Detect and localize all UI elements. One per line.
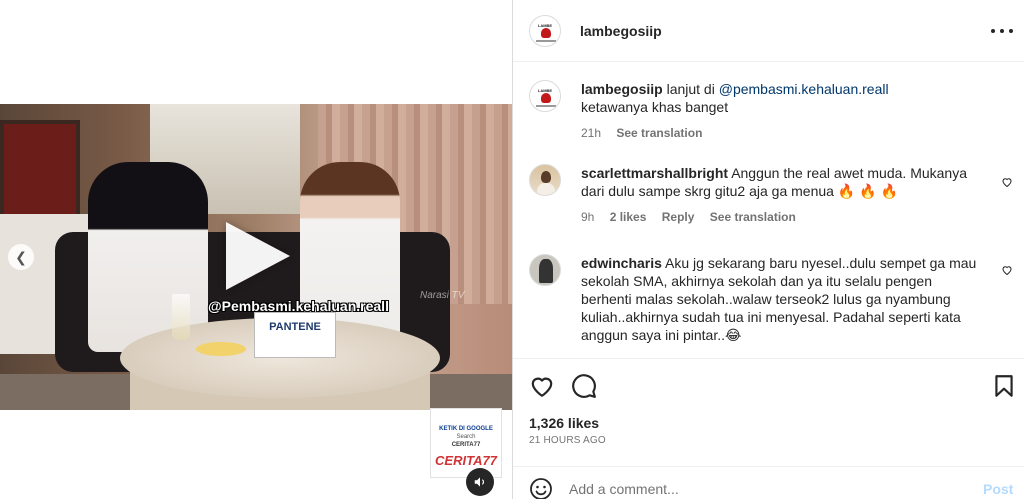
comment-likes-link[interactable]: 2 likes — [610, 210, 647, 224]
comment-body: scarlettmarshallbright Anggun the real a… — [581, 164, 981, 226]
sponsor-badge: KETIK DI GOOGLE Search CERITA77 CERITA77 — [430, 408, 502, 478]
reply-button[interactable]: Reply — [662, 210, 695, 224]
comments-list[interactable]: LAMBE lambegosiip lanjut di @pembasmi.ke… — [513, 62, 1024, 358]
avatar[interactable]: LAMBE — [529, 15, 561, 47]
avatar-photo — [541, 171, 551, 183]
like-comment-icon[interactable] — [1001, 264, 1013, 276]
comment-time: 9h — [581, 210, 595, 224]
likes-count[interactable]: 1,326 likes — [529, 415, 599, 431]
chevron-left-icon: ❮ — [15, 248, 27, 265]
comment-icon[interactable] — [571, 373, 597, 399]
sponsor-logo: CERITA77 — [435, 453, 497, 468]
comment-username[interactable]: edwincharis — [581, 255, 662, 271]
avatar-photo-body — [537, 183, 555, 195]
sponsor-line2: Search — [456, 434, 476, 440]
add-comment-bar: Post — [513, 466, 1024, 499]
caption-meta: 21h See translation — [581, 124, 981, 142]
caption-body: lambegosiip lanjut di @pembasmi.kehaluan… — [581, 80, 981, 142]
media-pane: PANTENE @Pembasmi.kehaluan.reall Narasi … — [0, 0, 512, 499]
video-scene-headboard — [0, 120, 80, 220]
avatar[interactable]: LAMBE — [529, 80, 561, 112]
caption-line2: ketawanya khas banget — [581, 99, 729, 115]
avatar-logo-mark — [541, 93, 551, 103]
speaker-icon — [474, 477, 485, 487]
video-scene-plate — [196, 342, 246, 356]
see-translation-link[interactable]: See translation — [616, 126, 702, 140]
avatar[interactable] — [529, 254, 561, 286]
see-translation-link[interactable]: See translation — [710, 210, 796, 224]
post-header: LAMBE lambegosiip — [513, 0, 1024, 62]
avatar[interactable] — [529, 164, 561, 196]
video-scene-person-left — [88, 162, 208, 352]
avatar-photo — [539, 259, 553, 283]
post-comment-button[interactable]: Post — [983, 481, 1013, 497]
comment-input[interactable] — [569, 479, 949, 499]
video-sign: PANTENE — [254, 312, 336, 358]
video-player[interactable]: PANTENE @Pembasmi.kehaluan.reall Narasi … — [0, 104, 512, 410]
comment-meta: 9h 2 likes Reply See translation — [581, 208, 981, 226]
previous-slide-button[interactable]: ❮ — [8, 244, 34, 270]
more-options-icon[interactable] — [991, 22, 1013, 40]
caption-time: 21h — [581, 126, 602, 140]
comment-body: edwincharis Aku jg sekarang baru nyesel.… — [581, 254, 981, 344]
avatar-logo-mark — [541, 28, 551, 38]
sponsor-line1: KETIK DI GOOGLE — [439, 426, 493, 432]
heart-icon[interactable] — [529, 373, 555, 399]
video-scene-glass — [172, 294, 190, 340]
video-watermark: @Pembasmi.kehaluan.reall — [208, 298, 389, 314]
audio-toggle-button[interactable] — [466, 468, 494, 496]
header-username[interactable]: lambegosiip — [580, 23, 662, 39]
like-comment-icon[interactable] — [1001, 176, 1013, 188]
comment-username[interactable]: scarlettmarshallbright — [581, 165, 728, 181]
caption-username[interactable]: lambegosiip — [581, 81, 663, 97]
caption-mention-link[interactable]: @pembasmi.kehaluan.reall — [719, 81, 889, 97]
play-icon[interactable] — [226, 222, 290, 290]
bookmark-icon[interactable] — [991, 373, 1017, 399]
post-actions — [513, 358, 1024, 410]
video-corner-tag: Narasi TV — [420, 290, 465, 301]
caption-text: lanjut di — [666, 81, 715, 97]
post-timestamp[interactable]: 21 HOURS AGO — [529, 435, 606, 446]
sponsor-line3: CERITA77 — [451, 442, 481, 448]
avatar-logo-bar — [536, 40, 556, 42]
post-sidebar: LAMBE lambegosiip LAMBE lambegosiip lanj… — [512, 0, 1024, 499]
avatar-logo-bar — [536, 105, 556, 107]
emoji-icon[interactable] — [529, 477, 553, 499]
